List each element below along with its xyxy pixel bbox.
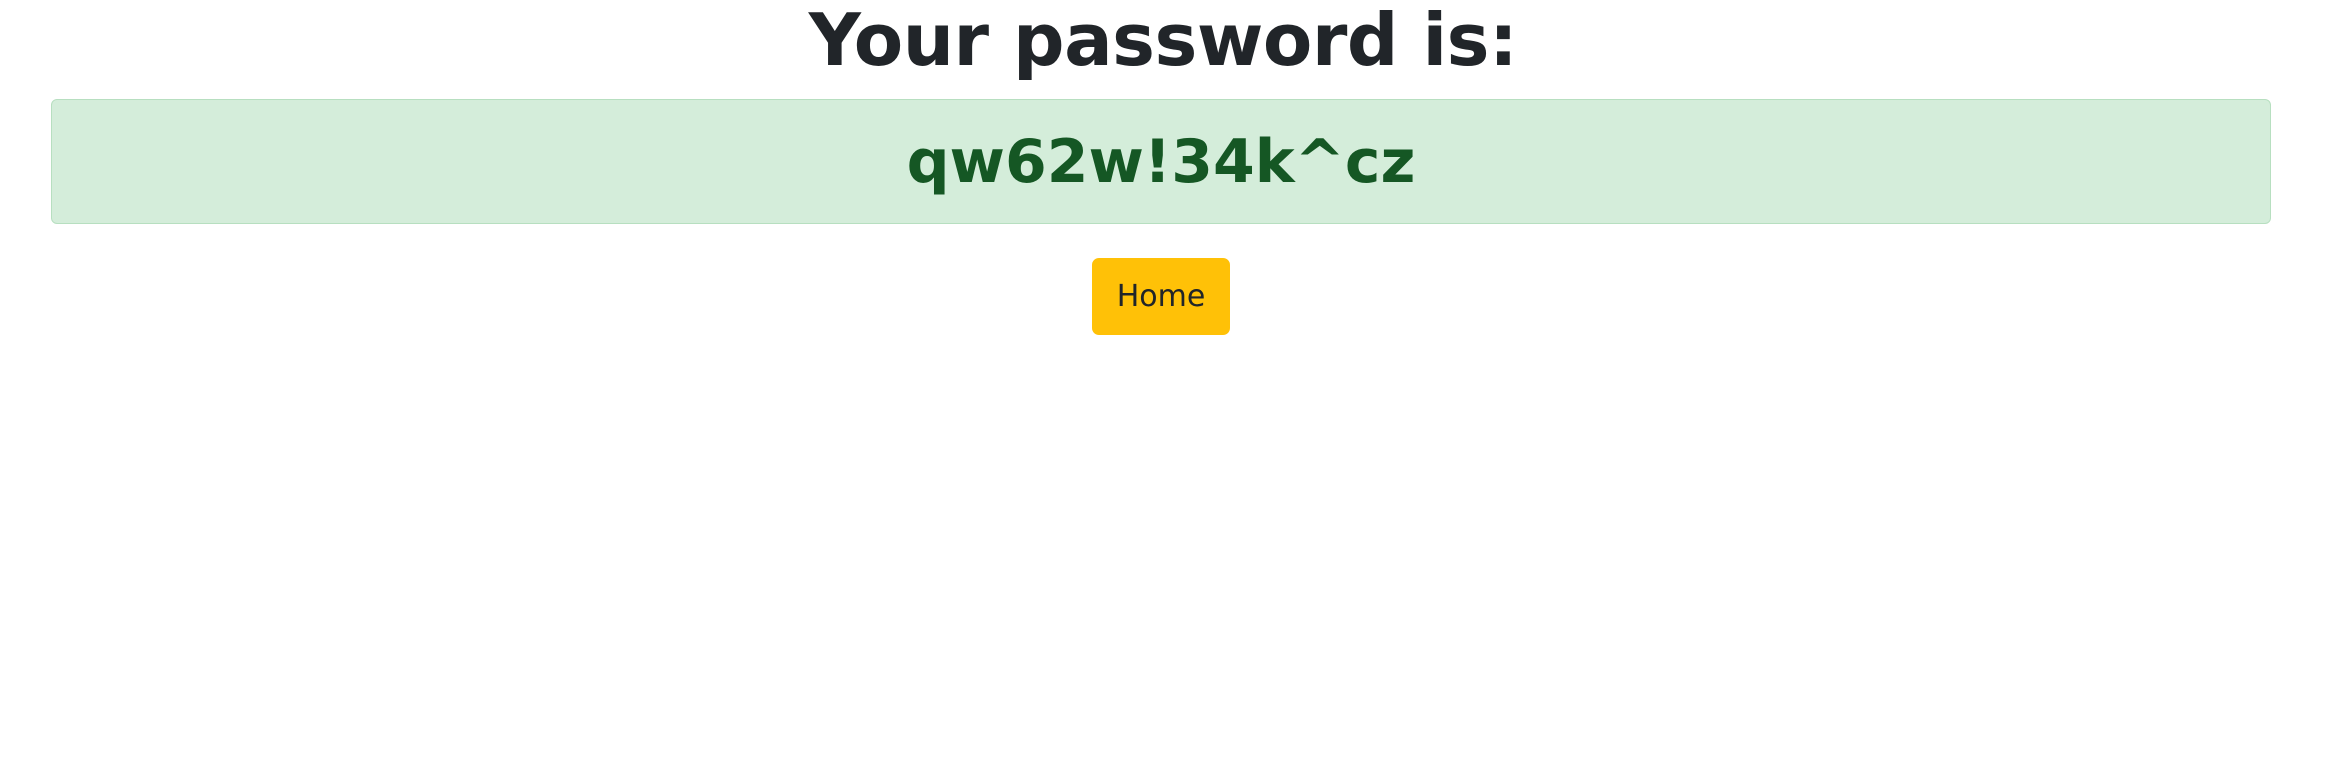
generated-password: qw62w!34k^cz [906, 126, 1416, 197]
password-alert: qw62w!34k^cz [51, 99, 2271, 224]
page-title: Your password is: [808, 0, 1518, 82]
page: Your password is: qw62w!34k^cz Home [0, 0, 2326, 762]
home-button[interactable]: Home [1092, 258, 1230, 335]
